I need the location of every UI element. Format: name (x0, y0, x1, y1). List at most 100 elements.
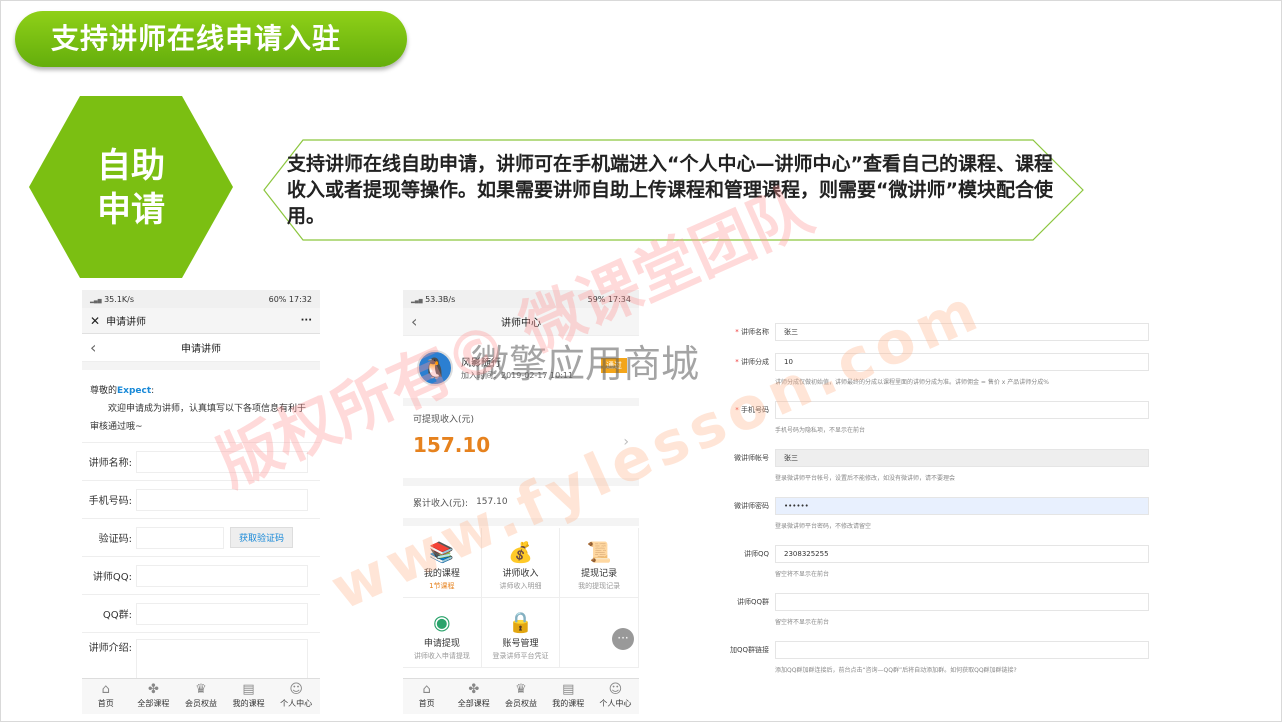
menu-withdraw-records[interactable]: 📜 提现记录 我的提现记录 (560, 528, 639, 598)
lock-icon: 🔒 (508, 610, 533, 634)
network-speed: 53.3B/s (425, 294, 456, 304)
slide-title: 支持讲师在线申请入驻 (15, 11, 407, 67)
battery-time: 60% 17:32 (268, 294, 312, 304)
scroll-icon: 📜 (586, 540, 612, 564)
name-row: 讲师名称: (82, 442, 320, 480)
chevron-right-icon: › (623, 434, 629, 450)
coin-icon: ◉ (433, 610, 451, 634)
withdrawable-block[interactable]: 可提现收入(元) 157.10 › (403, 406, 639, 478)
signal-icon: ▂▄▆ (411, 297, 423, 304)
lecturer-qq-input[interactable]: 2308325255 (775, 545, 1149, 563)
admin-row-qqgroup: 讲师QQ群 留空将不显示在前台 (707, 593, 1149, 637)
lecturer-qqgroup-input[interactable] (775, 593, 1149, 611)
admin-form: * 讲师名称 张三 * 讲师分成 10 讲师分成仅做初始值，讲师最终的分成以课程… (707, 317, 1153, 687)
phone-apply-screen: ▂▄▆ 35.1K/s 60% 17:32 ✕ 申请讲师 ··· ‹ 申请讲师 … (82, 290, 320, 714)
profile-block: 🐧 风影随行 加入时间：2019-02-17 10:11 通过 (403, 336, 639, 398)
lecturer-share-input[interactable]: 10 (775, 353, 1149, 371)
webview-navbar: ✕ 申请讲师 ··· (82, 308, 320, 334)
tab-membership[interactable]: ♛ 会员权益 (497, 679, 544, 714)
lecturer-name-input[interactable]: 张三 (775, 323, 1149, 341)
page-header: ‹ 申请讲师 (82, 334, 320, 362)
micro-lecturer-account-input[interactable]: 张三 (775, 449, 1149, 467)
menu-grid: 📚 我的课程 1节课程 💰 讲师收入 讲师收入明细 📜 提现记录 我的提现记录 ◉ 申请提现讲… (403, 528, 639, 668)
back-icon[interactable]: ‹ (90, 338, 96, 357)
tab-my-courses[interactable]: ▤ 我的课程 (545, 679, 592, 714)
qqgroup-hint: 留空将不显示在前台 (775, 619, 830, 626)
divider (82, 362, 320, 370)
user-name: 风影随行 (461, 358, 501, 369)
close-icon[interactable]: ✕ (90, 314, 100, 328)
phone-hint: 手机号码为隐私项，不显示在前台 (775, 427, 866, 434)
qq-input[interactable] (136, 564, 308, 587)
total-value: 157.10 (476, 497, 508, 507)
intro-textarea[interactable] (136, 639, 308, 679)
intro-row: 讲师介绍: (82, 632, 320, 679)
qqlink-hint: 添加QQ群加群连接后，前台点击“咨询—QQ群”后将自动添加群。如何获取QQ群加群… (775, 667, 1017, 674)
signal-icon: ▂▄▆ (90, 297, 102, 304)
money-bag-icon: 💰 (508, 540, 533, 564)
code-row: 验证码: 获取验证码 (82, 518, 320, 556)
admin-row-qq: 讲师QQ 2308325255 留空将不显示在前台 (707, 545, 1149, 589)
grid-icon: ✤ (468, 682, 480, 697)
more-fab-icon[interactable]: ··· (611, 628, 634, 650)
network-speed: 35.1K/s (104, 294, 135, 304)
book-icon: ▤ (562, 682, 575, 697)
name-input[interactable] (136, 450, 308, 473)
admin-row-password: 微讲师密码 •••••• 登录微讲师平台密码，不修改请留空 (707, 497, 1149, 541)
description-callout: 支持讲师在线自助申请，讲师可在手机端进入“个人中心—讲师中心”查看自己的课程、课… (263, 139, 1085, 241)
qqgroup-link-input[interactable] (775, 641, 1149, 659)
withdrawable-amount: 157.10 (413, 433, 491, 457)
more-icon[interactable]: ··· (301, 315, 312, 326)
hex-line-2: 申请 (97, 190, 165, 230)
crown-icon: ♛ (195, 682, 207, 697)
tab-home[interactable]: ⌂ 首页 (403, 679, 450, 714)
grid-icon: ✤ (147, 682, 159, 697)
qq-label: 讲师QQ: (92, 572, 132, 583)
status-bar: ▂▄▆ 35.1K/s 60% 17:32 (82, 290, 320, 308)
menu-income[interactable]: 💰 讲师收入 讲师收入明细 (481, 528, 561, 598)
phone-input[interactable] (775, 401, 1149, 419)
greeting: 尊敬的Expect: (90, 386, 155, 396)
books-icon: 📚 (429, 540, 455, 564)
crown-icon: ♛ (515, 682, 527, 697)
qqgroup-input[interactable] (136, 602, 308, 625)
divider (403, 518, 639, 526)
greeting-block: 尊敬的Expect: 欢迎申请成为讲师，认真填写以下各项信息有利于审核通过哦~ (82, 370, 320, 442)
home-icon: ⌂ (422, 682, 431, 697)
tab-bar: ⌂ 首页 ✤ 全部课程 ♛ 会员权益 ▤ 我的课程 ☺ 个人中心 (403, 678, 639, 714)
code-label: 验证码: (98, 534, 132, 545)
menu-apply-withdraw[interactable]: ◉ 申请提现 讲师收入申请提现 (403, 598, 482, 668)
admin-row-phone: * 手机号码 手机号码为隐私项，不显示在前台 (707, 401, 1149, 445)
avatar: 🐧 (417, 350, 453, 386)
tab-membership[interactable]: ♛ 会员权益 (177, 679, 225, 714)
tab-home[interactable]: ⌂ 首页 (82, 679, 130, 714)
tab-profile[interactable]: ☺ 个人中心 (272, 679, 320, 714)
tab-courses[interactable]: ✤ 全部课程 (130, 679, 178, 714)
account-hint: 登录微讲师平台帐号，设置后不能修改，如没有微讲师，请不要理会 (775, 475, 956, 482)
qq-hint: 留空将不显示在前台 (775, 571, 830, 578)
tab-my-courses[interactable]: ▤ 我的课程 (225, 679, 273, 714)
code-input[interactable] (136, 526, 224, 549)
password-hint: 登录微讲师平台密码，不修改请留空 (775, 523, 872, 530)
admin-row-share: * 讲师分成 10 讲师分成仅做初始值，讲师最终的分成以课程里面的讲师分成为准。… (707, 353, 1149, 397)
menu-account[interactable]: 🔒 账号管理 登录讲师平台凭证 (481, 598, 561, 668)
page-header: ‹ 讲师中心 (403, 308, 639, 336)
micro-lecturer-password-input[interactable]: •••••• (775, 497, 1149, 515)
status-bar: ▂▄▆ 53.3B/s 59% 17:34 (403, 290, 639, 308)
callout-text: 支持讲师在线自助申请，讲师可在手机端进入“个人中心—讲师中心”查看自己的课程、课… (287, 153, 1053, 227)
admin-row-account: 微讲师帐号 张三 登录微讲师平台帐号，设置后不能修改，如没有微讲师，请不要理会 (707, 449, 1149, 493)
qqgroup-row: QQ群: (82, 594, 320, 632)
tab-courses[interactable]: ✤ 全部课程 (450, 679, 497, 714)
get-code-button[interactable]: 获取验证码 (230, 527, 294, 548)
self-apply-hexagon: 自助 申请 (29, 96, 233, 278)
hex-line-1: 自助 (97, 146, 165, 186)
user-name: Expect (117, 386, 152, 396)
back-icon[interactable]: ‹ (411, 312, 417, 331)
tab-profile[interactable]: ☺ 个人中心 (592, 679, 639, 714)
user-icon: ☺ (289, 682, 303, 697)
phone-input[interactable] (136, 488, 308, 511)
home-icon: ⌂ (101, 682, 110, 697)
menu-my-courses[interactable]: 📚 我的课程 1节课程 (403, 528, 482, 598)
join-time: 加入时间：2019-02-17 10:11 (461, 371, 574, 380)
phone-label: 手机号码: (88, 496, 132, 507)
